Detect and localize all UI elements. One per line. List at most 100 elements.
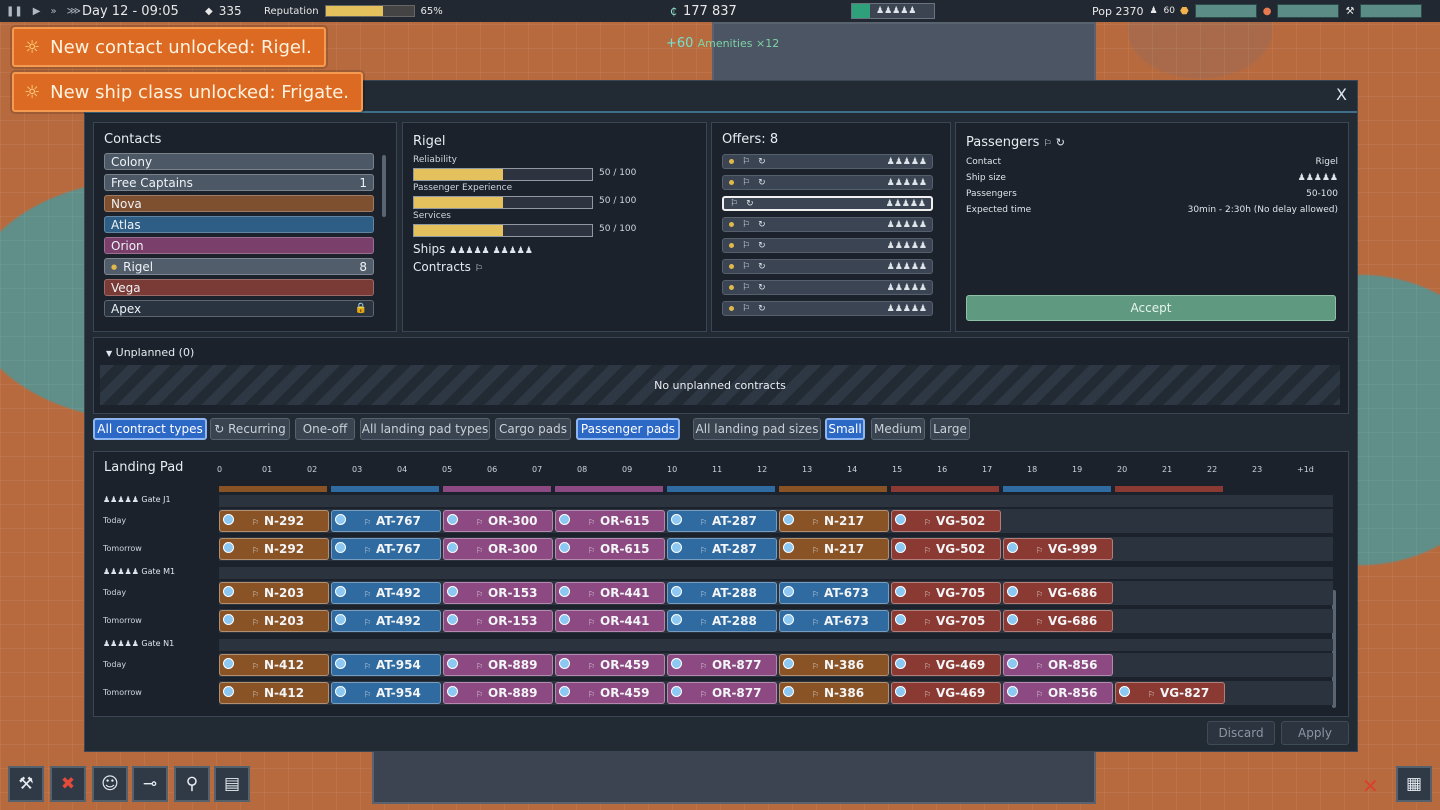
ship-slot[interactable]: ⚐ AT-288 xyxy=(667,610,777,632)
ship-slot[interactable]: ⚐ VG-686 xyxy=(1003,610,1113,632)
ship-slot[interactable]: ⚐ AT-492 xyxy=(331,582,441,604)
contact-item-atlas[interactable]: Atlas xyxy=(104,216,374,233)
ship-slot[interactable]: ⚐ N-203 xyxy=(219,582,329,604)
demolish-icon[interactable]: ✖ xyxy=(50,766,86,802)
ship-slot[interactable]: ⚐ AT-673 xyxy=(779,582,889,604)
ship-slot[interactable]: ⚐ VG-827 xyxy=(1115,682,1225,704)
ship-slot[interactable]: ⚐ OR-877 xyxy=(667,682,777,704)
filter-small[interactable]: Small xyxy=(825,418,865,440)
filter-recurring[interactable]: ↻ Recurring xyxy=(210,418,290,440)
passenger-icon: ⚐ xyxy=(742,240,751,251)
ship-slot[interactable]: ⚐ N-412 xyxy=(219,654,329,676)
pause-icon[interactable]: ❚❚ xyxy=(6,6,23,17)
ship-slot[interactable]: ⚐ AT-954 xyxy=(331,682,441,704)
filter-all-contract-types[interactable]: All contract types xyxy=(93,418,207,440)
ship-slot[interactable]: ⚐ N-292 xyxy=(219,510,329,532)
contact-item-free-captains[interactable]: Free Captains 1 xyxy=(104,174,374,191)
wand-icon[interactable]: ⚲ xyxy=(174,766,210,802)
ship-slot[interactable]: ⚐ OR-441 xyxy=(555,582,665,604)
filter-passenger-pads[interactable]: Passenger pads xyxy=(576,418,680,440)
ship-code: AT-492 xyxy=(376,586,421,600)
ship-slot[interactable]: ⚐ OR-300 xyxy=(443,510,553,532)
ship-slot[interactable]: ⚐ OR-615 xyxy=(555,538,665,560)
contracts-icon[interactable]: ▤ xyxy=(214,766,250,802)
ship-slot[interactable]: ⚐ AT-287 xyxy=(667,538,777,560)
ship-slot[interactable]: ⚐ VG-705 xyxy=(891,582,1001,604)
ship-slot[interactable]: ⚐ N-292 xyxy=(219,538,329,560)
offer-item[interactable]: ⚐ ↻ ♟♟♟♟♟ xyxy=(722,175,933,190)
play-icon[interactable]: ▶ xyxy=(33,6,41,17)
ship-slot[interactable]: ⚐ OR-300 xyxy=(443,538,553,560)
ship-slot[interactable]: ⚐ AT-767 xyxy=(331,510,441,532)
filter-all-landing-pad-sizes[interactable]: All landing pad sizes xyxy=(693,418,821,440)
ship-slot[interactable]: ⚐ OR-889 xyxy=(443,682,553,704)
offer-item[interactable]: ⚐ ↻ ♟♟♟♟♟ xyxy=(722,238,933,253)
filter-medium[interactable]: Medium xyxy=(871,418,925,440)
ship-slot[interactable]: ⚐ AT-288 xyxy=(667,582,777,604)
close-button[interactable]: X xyxy=(1336,85,1347,104)
calculator-icon[interactable]: ▦ xyxy=(1396,766,1432,802)
ship-slot[interactable]: ⚐ VG-469 xyxy=(891,654,1001,676)
offer-item[interactable]: ⚐ ↻ ♟♟♟♟♟ xyxy=(722,196,933,211)
notification-toast[interactable]: ☼ New ship class unlocked: Frigate. xyxy=(12,72,364,112)
build-hammer-icon[interactable]: ⚒ xyxy=(8,766,44,802)
pipes-icon[interactable]: ⊸ xyxy=(132,766,168,802)
ship-slot[interactable]: ⚐ VG-999 xyxy=(1003,538,1113,560)
ship-slot[interactable]: ⚐ VG-686 xyxy=(1003,582,1113,604)
ship-slot[interactable]: ⚐ N-217 xyxy=(779,510,889,532)
ship-slot[interactable]: ⚐ AT-492 xyxy=(331,610,441,632)
ship-slot[interactable]: ⚐ OR-615 xyxy=(555,510,665,532)
ship-slot[interactable]: ⚐ OR-856 xyxy=(1003,654,1113,676)
ship-slot[interactable]: ⚐ N-412 xyxy=(219,682,329,704)
ship-slot[interactable]: ⚐ OR-441 xyxy=(555,610,665,632)
alert-x-icon[interactable]: ✕ xyxy=(1362,774,1379,798)
hour-label: 01 xyxy=(262,465,273,474)
offer-item[interactable]: ⚐ ↻ ♟♟♟♟♟ xyxy=(722,154,933,169)
filter-one-off[interactable]: One-off xyxy=(295,418,355,440)
apply-button[interactable]: Apply xyxy=(1281,721,1349,745)
ship-slot[interactable]: ⚐ AT-287 xyxy=(667,510,777,532)
ship-slot[interactable]: ⚐ OR-153 xyxy=(443,610,553,632)
ship-status-icon xyxy=(1007,586,1018,597)
contacts-scrollbar[interactable] xyxy=(382,155,386,217)
ship-slot[interactable]: ⚐ AT-954 xyxy=(331,654,441,676)
contact-item-vega[interactable]: Vega xyxy=(104,279,374,296)
contact-item-nova[interactable]: Nova xyxy=(104,195,374,212)
fast-forward-icon[interactable]: » xyxy=(50,6,56,17)
ship-slot[interactable]: ⚐ OR-459 xyxy=(555,682,665,704)
ship-slot[interactable]: ⚐ VG-502 xyxy=(891,538,1001,560)
filter-all-landing-pad-types[interactable]: All landing pad types xyxy=(360,418,490,440)
contact-item-apex[interactable]: Apex 🔒 xyxy=(104,300,374,317)
filter-large[interactable]: Large xyxy=(930,418,970,440)
ship-slot[interactable]: ⚐ N-386 xyxy=(779,654,889,676)
ship-slot[interactable]: ⚐ VG-705 xyxy=(891,610,1001,632)
ship-slot[interactable]: ⚐ OR-889 xyxy=(443,654,553,676)
unplanned-header[interactable]: ▼ Unplanned (0) xyxy=(106,346,194,359)
offer-item[interactable]: ⚐ ↻ ♟♟♟♟♟ xyxy=(722,280,933,295)
offer-item[interactable]: ⚐ ↻ ♟♟♟♟♟ xyxy=(722,259,933,274)
notification-toast[interactable]: ☼ New contact unlocked: Rigel. xyxy=(12,27,326,67)
filter-cargo-pads[interactable]: Cargo pads xyxy=(495,418,571,440)
ship-slot[interactable]: ⚐ VG-502 xyxy=(891,510,1001,532)
offer-item[interactable]: ⚐ ↻ ♟♟♟♟♟ xyxy=(722,301,933,316)
discard-button[interactable]: Discard xyxy=(1207,721,1275,745)
ship-slot[interactable]: ⚐ N-217 xyxy=(779,538,889,560)
contact-item-colony[interactable]: Colony xyxy=(104,153,374,170)
ship-slot[interactable]: ⚐ AT-673 xyxy=(779,610,889,632)
crew-icon[interactable]: ☺ xyxy=(92,766,128,802)
accept-button[interactable]: Accept xyxy=(966,295,1336,321)
passenger-icon: ⚐ xyxy=(812,590,820,599)
offer-item[interactable]: ⚐ ↻ ♟♟♟♟♟ xyxy=(722,217,933,232)
ship-slot[interactable]: ⚐ OR-153 xyxy=(443,582,553,604)
ship-slot[interactable]: ⚐ OR-877 xyxy=(667,654,777,676)
ship-slot[interactable]: ⚐ AT-767 xyxy=(331,538,441,560)
contact-item-rigel[interactable]: ● Rigel 8 xyxy=(104,258,374,275)
contact-item-orion[interactable]: Orion xyxy=(104,237,374,254)
ship-slot[interactable]: ⚐ VG-469 xyxy=(891,682,1001,704)
ship-slot[interactable]: ⚐ N-203 xyxy=(219,610,329,632)
ship-slot[interactable]: ⚐ OR-856 xyxy=(1003,682,1113,704)
fastest-icon[interactable]: ⋙ xyxy=(67,6,81,17)
unplanned-drop-zone[interactable]: No unplanned contracts xyxy=(100,365,1340,405)
ship-slot[interactable]: ⚐ OR-459 xyxy=(555,654,665,676)
ship-slot[interactable]: ⚐ N-386 xyxy=(779,682,889,704)
